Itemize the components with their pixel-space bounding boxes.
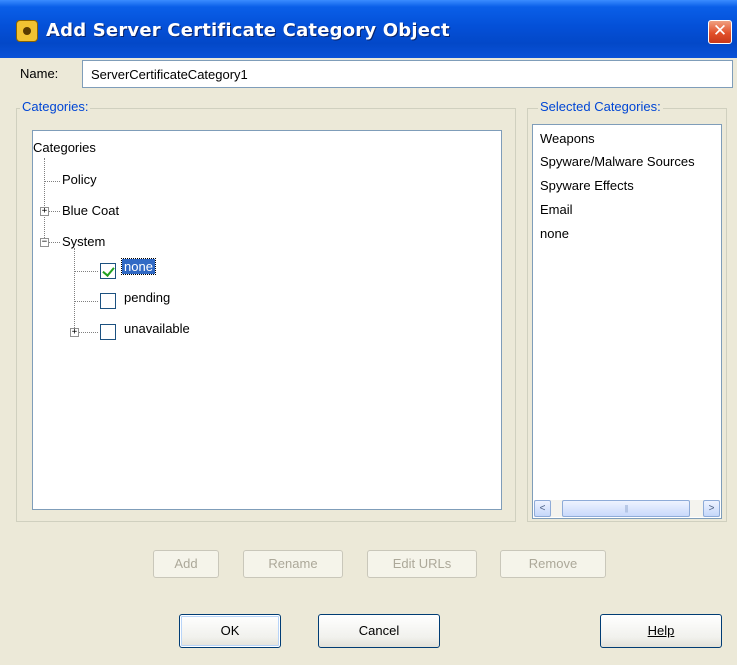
scrollbar-thumb[interactable]: ||| (562, 500, 690, 517)
checkbox-none[interactable] (100, 263, 116, 279)
tree-connector (44, 181, 60, 182)
checkbox-pending[interactable] (100, 293, 116, 309)
tree-item-system[interactable]: System (62, 234, 105, 249)
tree-root-categories[interactable]: Categories (33, 140, 96, 155)
list-item[interactable]: none (540, 226, 569, 241)
list-item[interactable]: Spyware Effects (540, 178, 634, 193)
rename-button[interactable]: Rename (243, 550, 343, 578)
name-label: Name: (20, 66, 59, 81)
selected-categories-legend: Selected Categories: (538, 99, 663, 114)
checkbox-unavailable[interactable] (100, 324, 116, 340)
list-item[interactable]: Spyware/Malware Sources (540, 154, 695, 169)
scroll-right-icon[interactable]: > (703, 500, 720, 517)
tree-item-none[interactable]: none (121, 258, 156, 275)
tree-connector (74, 248, 75, 332)
close-button[interactable]: ✕ (708, 20, 732, 44)
tree-connector (49, 211, 60, 212)
tree-connector (74, 271, 98, 272)
window-title: Add Server Certificate Category Object (46, 20, 450, 41)
title-bar[interactable]: Add Server Certificate Category Object ✕ (0, 0, 737, 58)
categories-legend: Categories: (20, 99, 91, 114)
categories-tree[interactable]: Categories Policy + Blue Coat − System n… (32, 130, 502, 510)
ok-button[interactable]: OK (179, 614, 281, 648)
tree-connector (74, 301, 98, 302)
list-item[interactable]: Email (540, 202, 573, 217)
horizontal-scrollbar[interactable]: < ||| > (534, 500, 720, 517)
help-button-label: Help (647, 623, 675, 638)
scroll-left-icon[interactable]: < (534, 500, 551, 517)
tree-item-unavailable[interactable]: unavailable (124, 321, 190, 336)
collapse-minus-icon[interactable]: − (40, 238, 49, 247)
tree-connector (79, 332, 98, 333)
remove-button[interactable]: Remove (500, 550, 606, 578)
edit-urls-button[interactable]: Edit URLs (367, 550, 477, 578)
tree-item-pending[interactable]: pending (124, 290, 170, 305)
expand-plus-icon[interactable]: + (40, 207, 49, 216)
tree-item-none-label: none (121, 258, 156, 275)
tree-item-blue-coat[interactable]: Blue Coat (62, 203, 119, 218)
help-button[interactable]: Help (600, 614, 722, 648)
tree-item-policy[interactable]: Policy (62, 172, 97, 187)
list-item[interactable]: Weapons (540, 131, 595, 146)
selected-categories-list[interactable]: Weapons Spyware/Malware Sources Spyware … (532, 124, 722, 519)
tree-connector (44, 158, 45, 242)
add-button[interactable]: Add (153, 550, 219, 578)
tree-connector (49, 242, 60, 243)
name-input[interactable] (82, 60, 733, 88)
expand-plus-icon[interactable]: + (70, 328, 79, 337)
dialog-window: Add Server Certificate Category Object ✕… (0, 0, 737, 665)
settings-gear-icon (16, 20, 38, 42)
cancel-button[interactable]: Cancel (318, 614, 440, 648)
